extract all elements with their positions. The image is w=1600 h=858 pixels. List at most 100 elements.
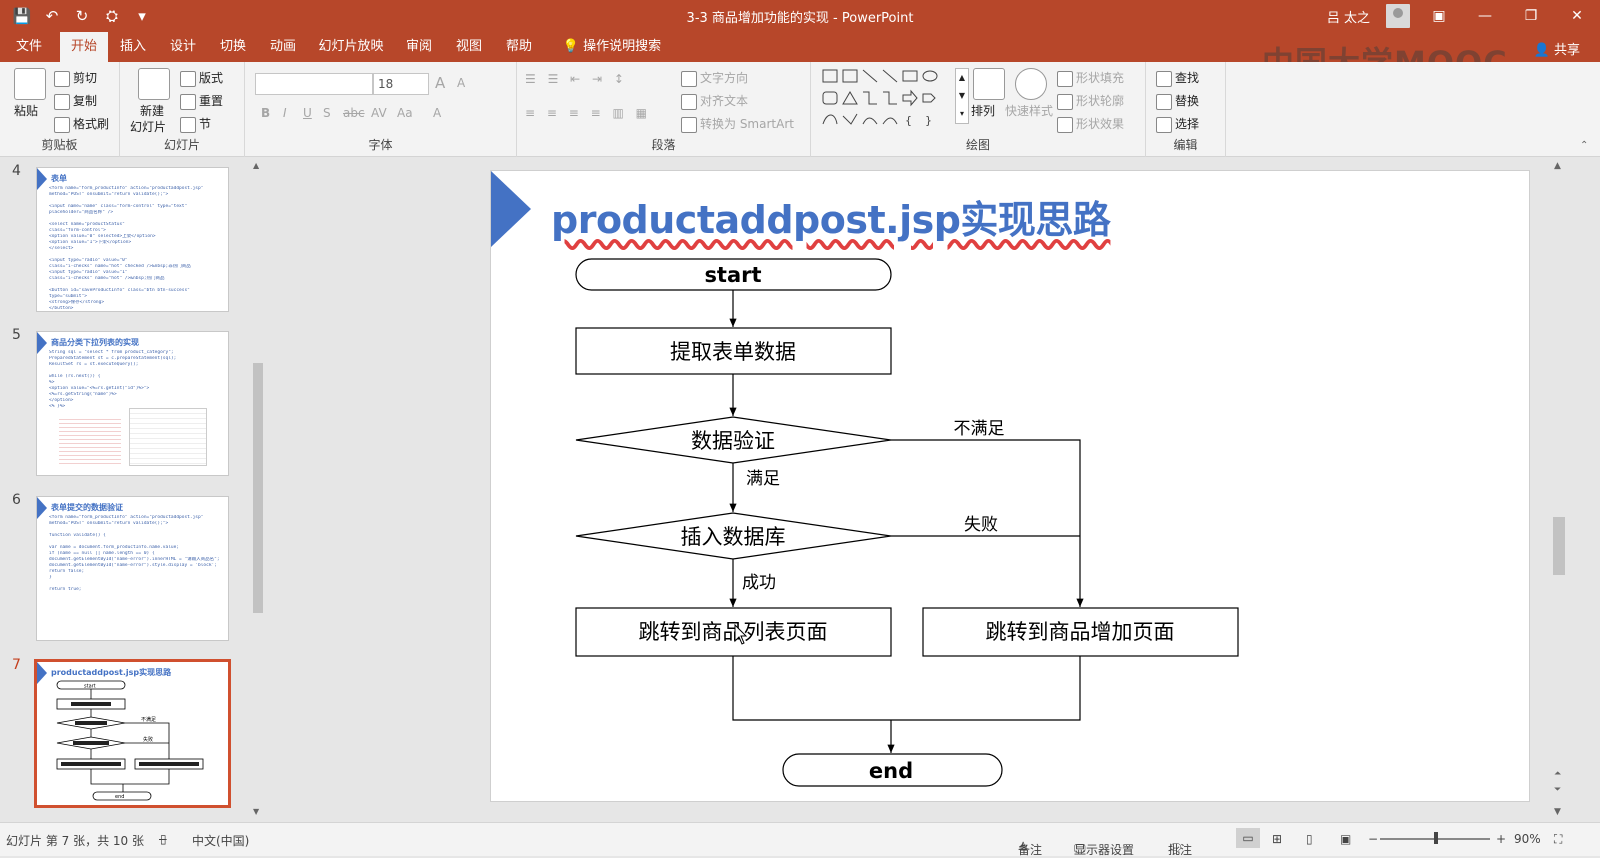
title-bar: 💾 ↶ ↻ ⛭ ▾ 3-3 商品增加功能的实现 - PowerPoint 吕 太… — [0, 0, 1600, 32]
tab-review[interactable]: 审阅 — [398, 32, 440, 62]
align-text-button[interactable]: 对齐文本 — [681, 92, 748, 110]
copy-button[interactable]: 复制 — [54, 92, 97, 110]
fit-to-window-icon[interactable]: ⛶ — [1554, 832, 1562, 847]
tab-design[interactable]: 设计 — [162, 32, 204, 62]
quick-styles-icon[interactable] — [1015, 68, 1047, 100]
new-slide-button[interactable]: 新建 — [140, 102, 164, 119]
language-indicator[interactable]: 中文(中国) — [192, 832, 249, 849]
slide-scrollbar[interactable]: ▲ ⏶ ⏷ ▼ — [1550, 157, 1568, 822]
close-icon[interactable]: ✕ — [1554, 0, 1600, 32]
smartart-button[interactable]: 转换为 SmartArt — [681, 115, 794, 133]
font-group-label: 字体 — [368, 138, 393, 152]
shapes-more-button[interactable]: ▲ ▼ ▾ — [955, 68, 969, 124]
scroll-thumb[interactable] — [253, 363, 263, 613]
new-slide-icon[interactable] — [138, 68, 170, 100]
arrange-button[interactable]: 排列 — [971, 102, 995, 119]
scroll-up-icon[interactable]: ▲ — [253, 161, 259, 170]
shape-effects-button[interactable]: 形状效果 — [1057, 115, 1124, 133]
font-color-button[interactable]: A — [433, 106, 441, 120]
tab-insert[interactable]: 插入 — [112, 32, 154, 62]
font-name-box[interactable] — [255, 73, 373, 95]
thumbnail-slide-4[interactable]: 表单 <form name="form_productInfo" action=… — [36, 167, 229, 312]
thumb-code: <form name="form_productInfo" action="pr… — [49, 515, 219, 593]
next-slide-icon[interactable]: ⏷ — [1554, 785, 1561, 795]
tab-slideshow[interactable]: 幻灯片放映 — [314, 32, 388, 62]
new-slide-dropdown[interactable]: 幻灯片 — [130, 118, 166, 135]
scroll-down-icon[interactable]: ▼ — [1554, 807, 1561, 817]
fill-icon — [1057, 70, 1073, 87]
accent-triangle — [37, 497, 47, 519]
flow-end-text: end — [869, 759, 913, 783]
bold-button[interactable]: B — [261, 106, 270, 120]
tab-home[interactable]: 开始 — [60, 32, 108, 62]
font-size-box[interactable]: 18 — [373, 73, 429, 95]
tab-view[interactable]: 视图 — [448, 32, 490, 62]
thumb-title: 表单提交的数据验证 — [51, 503, 123, 512]
shapes-gallery[interactable]: {} — [821, 68, 951, 130]
scroll-down-icon[interactable]: ▼ — [253, 807, 259, 816]
cut-button[interactable]: 剪切 — [54, 69, 97, 87]
search-icon — [1156, 70, 1172, 87]
quick-styles-button[interactable]: 快速样式 — [1005, 102, 1053, 119]
tab-animations[interactable]: 动画 — [262, 32, 304, 62]
current-slide[interactable]: productaddpost.jsp实现思路 start 提取表单数据 数据验证… — [490, 170, 1530, 802]
section-button[interactable]: 节 — [180, 115, 211, 133]
underline-button[interactable]: U — [303, 106, 312, 120]
scroll-up-icon[interactable]: ▲ — [1554, 161, 1561, 171]
format-painter-button[interactable]: 格式刷 — [54, 115, 109, 133]
slideshow-icon[interactable]: ▣ — [1340, 832, 1351, 846]
mini-flow-start: start — [84, 684, 96, 690]
select-button[interactable]: 选择 — [1156, 115, 1199, 133]
tab-transitions[interactable]: 切换 — [212, 32, 254, 62]
grow-font-button[interactable]: A — [435, 74, 445, 92]
tab-help[interactable]: 帮助 — [498, 32, 540, 62]
normal-view-icon[interactable]: ▭ — [1236, 828, 1260, 848]
arrange-icon[interactable] — [973, 68, 1005, 100]
strikethrough-button[interactable]: abc — [343, 106, 365, 120]
zoom-level[interactable]: 90% — [1514, 832, 1541, 846]
thumbnail-slide-7[interactable]: productaddpost.jsp实现思路 start end 不满足 失败 — [34, 659, 231, 808]
thumbnail-scrollbar[interactable]: ▲ ▼ — [250, 157, 266, 822]
share-button[interactable]: 👤 共享 — [1534, 39, 1580, 58]
shape-outline-button[interactable]: 形状轮廓 — [1057, 92, 1124, 110]
reading-view-icon[interactable]: ▯ — [1306, 832, 1313, 846]
italic-button[interactable]: I — [283, 106, 287, 120]
editing-group: 查找 替换 选择 编辑 — [1146, 62, 1226, 157]
list-buttons[interactable]: ☰ ☰ ⇤ ⇥ ↕ — [525, 72, 628, 86]
layout-button[interactable]: 版式 — [180, 69, 223, 87]
zoom-out-button[interactable]: − — [1368, 832, 1378, 846]
thumbnail-slide-6[interactable]: 表单提交的数据验证 <form name="form_productInfo" … — [36, 496, 229, 641]
avatar[interactable] — [1386, 4, 1410, 28]
user-name[interactable]: 吕 太之 — [1327, 7, 1370, 26]
restore-icon[interactable]: ❐ — [1508, 0, 1554, 32]
text-direction-button[interactable]: 文字方向 — [681, 69, 748, 87]
collapse-ribbon-icon[interactable]: ⌃ — [1580, 140, 1588, 151]
clipboard-group: 粘贴 剪切 复制 格式刷 剪贴板 — [0, 62, 120, 157]
replace-button[interactable]: 替换 — [1156, 92, 1199, 110]
thumbnail-slide-5[interactable]: 商品分类下拉列表的实现 String sql = "select * from … — [36, 331, 229, 476]
find-button[interactable]: 查找 — [1156, 69, 1199, 87]
zoom-slider-knob[interactable] — [1434, 832, 1438, 844]
tab-file[interactable]: 文件 — [6, 32, 52, 62]
minimize-icon[interactable]: — — [1462, 0, 1508, 32]
zoom-in-button[interactable]: + — [1496, 832, 1506, 846]
change-case-button[interactable]: Aa — [397, 106, 413, 120]
shadow-button[interactable]: S — [323, 106, 331, 120]
align-buttons[interactable]: ≡ ≡ ≡ ≡ ▥ ▦ — [525, 106, 651, 120]
slide-sorter-icon[interactable]: ⊞ — [1272, 832, 1282, 846]
ribbon-display-options-icon[interactable]: ▣ — [1416, 0, 1462, 32]
brush-icon — [54, 116, 70, 133]
tell-me-search[interactable]: 💡 操作说明搜索 — [552, 32, 672, 62]
thumb-code: String sql = "select * from product_cate… — [49, 350, 219, 410]
paste-button[interactable]: 粘贴 — [14, 102, 38, 119]
paste-icon[interactable] — [14, 68, 46, 100]
spellcheck-icon[interactable]: ▯̶ — [160, 832, 167, 846]
shape-fill-button[interactable]: 形状填充 — [1057, 69, 1124, 87]
flow-success-text: 跳转到商品列表页面 — [639, 620, 828, 644]
shrink-font-button[interactable]: A — [457, 76, 465, 90]
reset-button[interactable]: 重置 — [180, 92, 223, 110]
scroll-thumb[interactable] — [1553, 517, 1565, 575]
thumb-number: 7 — [12, 657, 21, 673]
prev-slide-icon[interactable]: ⏶ — [1554, 769, 1561, 779]
char-spacing-button[interactable]: AV — [371, 106, 387, 120]
